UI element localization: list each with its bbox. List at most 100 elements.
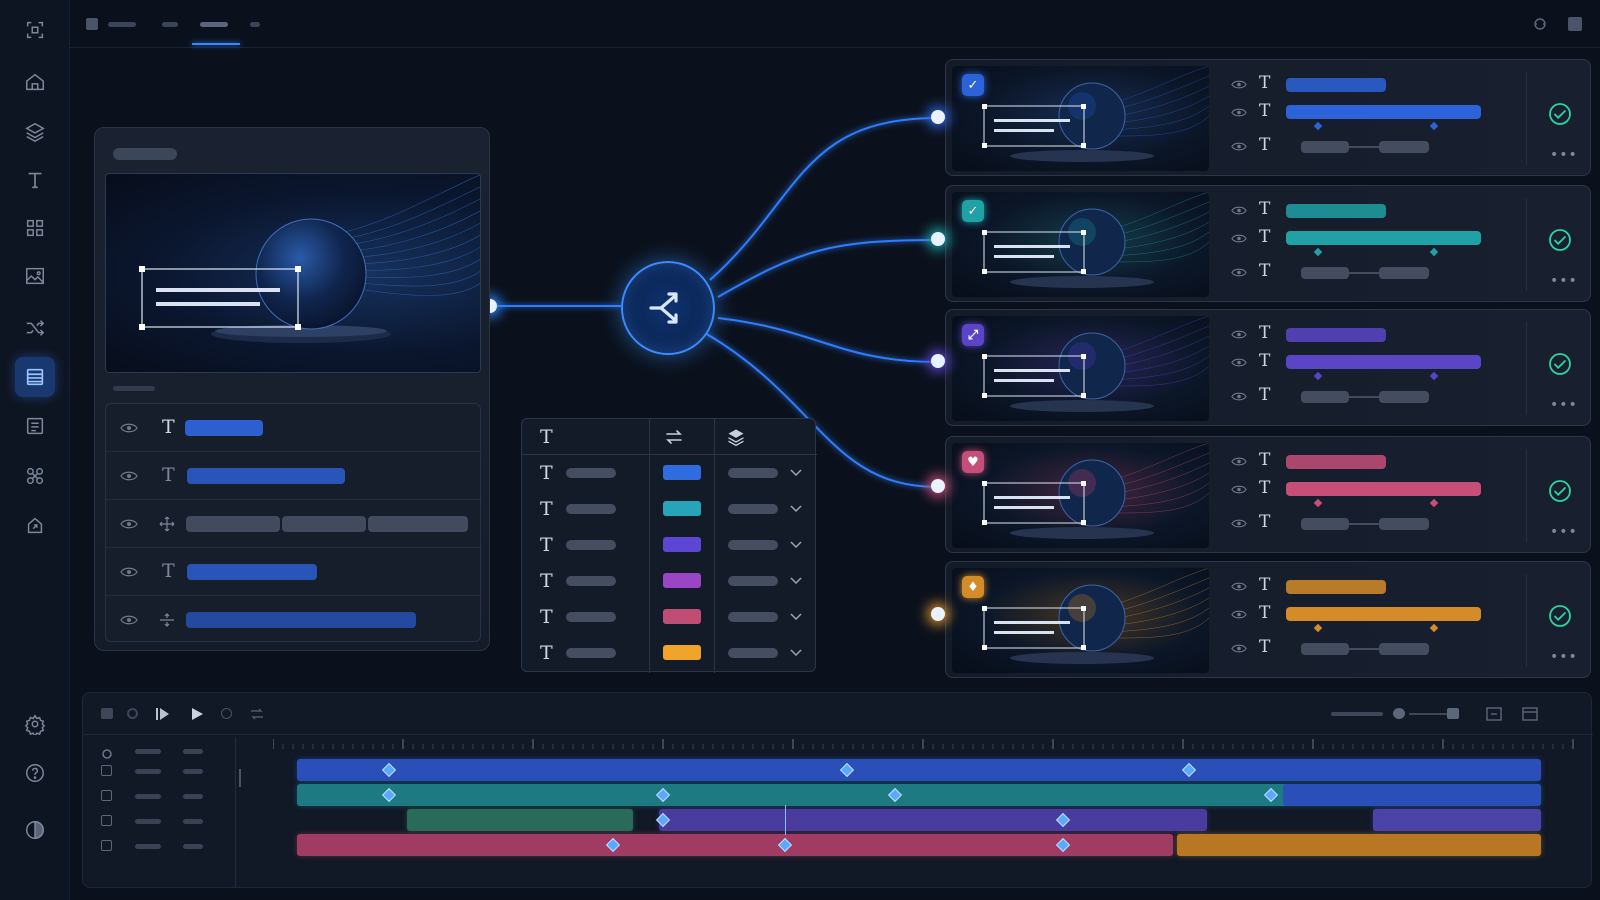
- chevron-down-icon[interactable]: [790, 577, 802, 585]
- keyframe-marker[interactable]: [1429, 247, 1439, 257]
- timeline-clip[interactable]: [297, 759, 1541, 781]
- visibility-icon[interactable]: [1231, 233, 1247, 244]
- variant-thumbnail[interactable]: ✓: [952, 192, 1209, 297]
- visibility-icon[interactable]: [120, 566, 138, 578]
- check-circle-icon[interactable]: [1548, 352, 1572, 376]
- position-z-field[interactable]: [368, 515, 468, 532]
- range-end-field[interactable]: [1379, 141, 1429, 153]
- keyframe-marker[interactable]: [1313, 121, 1323, 131]
- keyframe-marker[interactable]: [1429, 498, 1439, 508]
- swap-icon[interactable]: [249, 706, 265, 722]
- color-swatch[interactable]: [663, 501, 701, 516]
- mapping-row[interactable]: T: [522, 563, 817, 599]
- variant-input-port[interactable]: [931, 110, 945, 124]
- visibility-icon[interactable]: [1231, 357, 1247, 368]
- more-options-icon[interactable]: •••: [1550, 148, 1578, 162]
- text-value-bar[interactable]: [186, 563, 317, 580]
- record-button[interactable]: [101, 708, 113, 719]
- variant-teal[interactable]: ✓ T T T •••: [945, 185, 1591, 302]
- variant-input-port[interactable]: [931, 607, 945, 621]
- playhead-handle[interactable]: [239, 769, 241, 787]
- range-start-field[interactable]: [1301, 643, 1349, 655]
- keyframe-marker[interactable]: [1429, 121, 1439, 131]
- title-value-bar[interactable]: [1286, 580, 1386, 594]
- chevron-down-icon[interactable]: [790, 649, 802, 657]
- range-end-field[interactable]: [1379, 643, 1429, 655]
- visibility-icon[interactable]: [1231, 643, 1247, 654]
- range-start-field[interactable]: [1301, 518, 1349, 530]
- color-swatch[interactable]: [663, 609, 701, 624]
- track-toggle-icon[interactable]: [101, 765, 112, 776]
- position-y-field[interactable]: [282, 515, 366, 532]
- variant-thumbnail[interactable]: ♥: [952, 443, 1209, 548]
- subtitle-value-bar[interactable]: [1286, 231, 1481, 245]
- visibility-icon[interactable]: [1231, 581, 1247, 592]
- step-forward-icon[interactable]: [155, 706, 171, 722]
- visibility-icon[interactable]: [1231, 456, 1247, 467]
- visibility-icon[interactable]: [1231, 79, 1247, 90]
- variant-input-port[interactable]: [931, 354, 945, 368]
- check-circle-icon[interactable]: [1548, 604, 1572, 628]
- keyframe-marker[interactable]: [1429, 623, 1439, 633]
- zoom-out-icon[interactable]: [1393, 708, 1405, 719]
- more-options-icon[interactable]: •••: [1550, 274, 1578, 288]
- playhead-line[interactable]: [785, 805, 786, 835]
- marker-button[interactable]: [221, 708, 232, 719]
- more-options-icon[interactable]: •••: [1550, 650, 1578, 664]
- visibility-icon[interactable]: [120, 422, 138, 434]
- subtitle-value-bar[interactable]: [1286, 607, 1481, 621]
- distribute-hub[interactable]: [621, 261, 715, 355]
- color-swatch[interactable]: [663, 645, 701, 660]
- visibility-icon[interactable]: [1231, 267, 1247, 278]
- timeline-clip[interactable]: [659, 809, 1207, 831]
- range-start-field[interactable]: [1301, 391, 1349, 403]
- property-row[interactable]: [106, 500, 482, 548]
- property-row[interactable]: [106, 596, 482, 644]
- variant-indigo[interactable]: ⤢ T T T •••: [945, 309, 1591, 426]
- title-value-bar[interactable]: [1286, 78, 1386, 92]
- variant-thumbnail[interactable]: ✓: [952, 66, 1209, 171]
- position-x-field[interactable]: [186, 515, 280, 532]
- mapping-row[interactable]: T: [522, 527, 817, 563]
- track-toggle-icon[interactable]: [101, 840, 112, 851]
- visibility-icon[interactable]: [1231, 107, 1247, 118]
- keyframe-marker[interactable]: [1313, 371, 1323, 381]
- chevron-down-icon[interactable]: [790, 613, 802, 621]
- chevron-down-icon[interactable]: [790, 469, 802, 477]
- visibility-icon[interactable]: [120, 518, 138, 530]
- timeline-clip[interactable]: [1373, 809, 1541, 831]
- variant-blue[interactable]: ✓ T T T •••: [945, 59, 1591, 176]
- variant-input-port[interactable]: [931, 232, 945, 246]
- visibility-icon[interactable]: [1231, 609, 1247, 620]
- range-end-field[interactable]: [1379, 391, 1429, 403]
- keyframe-marker[interactable]: [1313, 623, 1323, 633]
- text-value-bar[interactable]: [186, 467, 345, 484]
- more-options-icon[interactable]: •••: [1550, 398, 1578, 412]
- timeline-clip[interactable]: [1177, 834, 1541, 856]
- variant-thumbnail[interactable]: ⤢: [952, 316, 1209, 421]
- range-start-field[interactable]: [1301, 267, 1349, 279]
- size-value-bar[interactable]: [186, 612, 416, 628]
- visibility-icon[interactable]: [120, 614, 138, 626]
- title-value-bar[interactable]: [1286, 328, 1386, 342]
- subtitle-value-bar[interactable]: [1286, 482, 1481, 496]
- source-preview[interactable]: [105, 173, 481, 373]
- variant-thumbnail[interactable]: ♦: [952, 568, 1209, 673]
- fit-icon[interactable]: [1485, 705, 1503, 723]
- mapping-row[interactable]: T: [522, 635, 817, 671]
- keyframe-marker[interactable]: [1429, 371, 1439, 381]
- time-ruler[interactable]: [273, 737, 1583, 753]
- chevron-down-icon[interactable]: [790, 541, 802, 549]
- visibility-icon[interactable]: [1231, 329, 1247, 340]
- mapping-row[interactable]: T: [522, 491, 817, 527]
- zoom-slider[interactable]: [1409, 713, 1447, 715]
- range-end-field[interactable]: [1379, 267, 1429, 279]
- variant-amber[interactable]: ♦ T T T •••: [945, 561, 1591, 678]
- loop-button[interactable]: [127, 708, 138, 719]
- property-row[interactable]: T: [106, 548, 482, 596]
- timeline-clip[interactable]: [407, 809, 633, 831]
- check-circle-icon[interactable]: [1548, 102, 1572, 126]
- range-end-field[interactable]: [1379, 518, 1429, 530]
- keyframe-marker[interactable]: [1313, 247, 1323, 257]
- check-circle-icon[interactable]: [1548, 479, 1572, 503]
